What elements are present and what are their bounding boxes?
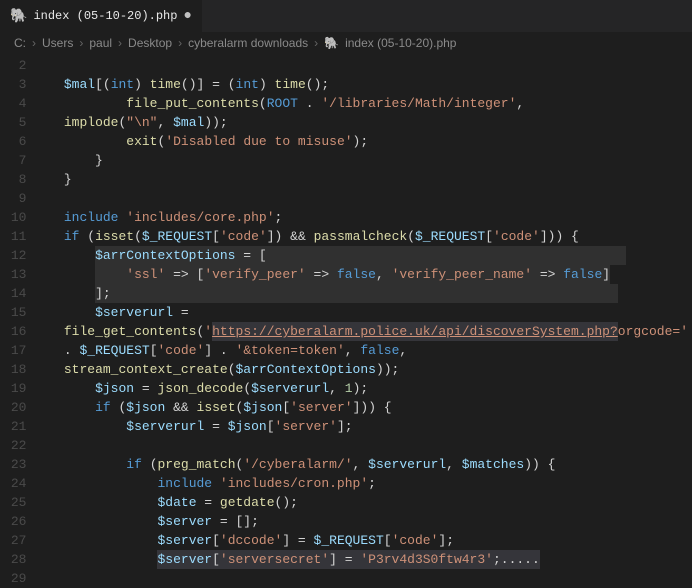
code-line[interactable] <box>40 569 688 588</box>
line-number: 10 <box>0 208 26 227</box>
php-icon: 🐘 <box>324 36 339 50</box>
code-line[interactable]: include 'includes/core.php'; <box>40 208 688 227</box>
line-number: 21 <box>0 417 26 436</box>
code-line[interactable] <box>40 189 688 208</box>
code-line[interactable]: $mal[(int) time()] = (int) time(); <box>40 75 688 94</box>
line-number: 6 <box>0 132 26 151</box>
code-line[interactable] <box>40 56 688 75</box>
line-number: 26 <box>0 512 26 531</box>
line-number: 8 <box>0 170 26 189</box>
code-line[interactable]: if (isset($_REQUEST['code']) && passmalc… <box>40 227 688 246</box>
line-number: 2 <box>0 56 26 75</box>
dirty-indicator-icon: ● <box>183 8 191 24</box>
code-line[interactable]: $server['dccode'] = $_REQUEST['code']; <box>40 531 688 550</box>
tab-label: index (05-10-20).php <box>33 9 177 23</box>
line-number: 7 <box>0 151 26 170</box>
chevron-right-icon: › <box>32 36 36 50</box>
code-line[interactable]: } <box>40 170 688 189</box>
tab-active[interactable]: 🐘 index (05-10-20).php ● <box>0 0 203 32</box>
bc-seg[interactable]: index (05-10-20).php <box>345 36 456 50</box>
line-gutter: 2 3 4 5 6 7 8 9 10 11 12 13 14 15 16 17 … <box>0 56 40 578</box>
line-number: 24 <box>0 474 26 493</box>
code-line[interactable]: ]; <box>40 284 688 303</box>
code-editor[interactable]: 2 3 4 5 6 7 8 9 10 11 12 13 14 15 16 17 … <box>0 56 692 578</box>
line-number: 28 <box>0 550 26 569</box>
code-line[interactable]: 'ssl' => ['verify_peer' => false, 'verif… <box>40 265 688 284</box>
breadcrumb[interactable]: C: › Users › paul › Desktop › cyberalarm… <box>0 32 692 56</box>
php-icon: 🐘 <box>10 8 27 25</box>
code-line[interactable]: $date = getdate(); <box>40 493 688 512</box>
code-line[interactable]: if (preg_match('/cyberalarm/', $serverur… <box>40 455 688 474</box>
line-number: 22 <box>0 436 26 455</box>
line-number: 29 <box>0 569 26 588</box>
code-line[interactable] <box>40 436 688 455</box>
line-number: 12 <box>0 246 26 265</box>
line-number: 16 <box>0 322 26 341</box>
bc-seg[interactable]: Desktop <box>128 36 172 50</box>
code-line[interactable]: stream_context_create($arrContextOptions… <box>40 360 688 379</box>
line-number: 13 <box>0 265 26 284</box>
code-line[interactable]: . $_REQUEST['code'] . '&token=token', fa… <box>40 341 688 360</box>
line-number: 14 <box>0 284 26 303</box>
bc-seg[interactable]: cyberalarm downloads <box>188 36 308 50</box>
code-line[interactable]: } <box>40 151 688 170</box>
line-number: 3 <box>0 75 26 94</box>
code-line[interactable]: $server = []; <box>40 512 688 531</box>
code-line[interactable]: if ($json && isset($json['server'])) { <box>40 398 688 417</box>
bc-seg[interactable]: Users <box>42 36 73 50</box>
chevron-right-icon: › <box>79 36 83 50</box>
line-number: 17 <box>0 341 26 360</box>
line-number: 19 <box>0 379 26 398</box>
code-line[interactable]: $arrContextOptions = [ <box>40 246 688 265</box>
code-line[interactable]: include 'includes/cron.php'; <box>40 474 688 493</box>
code-line[interactable]: $serverurl = $json['server']; <box>40 417 688 436</box>
code-line[interactable]: $serverurl = <box>40 303 688 322</box>
code-line[interactable]: $json = json_decode($serverurl, 1); <box>40 379 688 398</box>
line-number: 15 <box>0 303 26 322</box>
line-number: 11 <box>0 227 26 246</box>
chevron-right-icon: › <box>314 36 318 50</box>
code-line[interactable]: file_put_contents(ROOT . '/libraries/Mat… <box>40 94 688 113</box>
line-number: 25 <box>0 493 26 512</box>
line-number: 20 <box>0 398 26 417</box>
code-line[interactable]: exit('Disabled due to misuse'); <box>40 132 688 151</box>
chevron-right-icon: › <box>118 36 122 50</box>
line-number: 18 <box>0 360 26 379</box>
tab-bar: 🐘 index (05-10-20).php ● <box>0 0 692 32</box>
code-line[interactable]: file_get_contents('https://cyberalarm.po… <box>40 322 688 341</box>
line-number: 4 <box>0 94 26 113</box>
line-number: 23 <box>0 455 26 474</box>
line-number: 5 <box>0 113 26 132</box>
code-line[interactable]: implode("\n", $mal)); <box>40 113 688 132</box>
bc-seg[interactable]: paul <box>89 36 112 50</box>
line-number: 9 <box>0 189 26 208</box>
line-number: 27 <box>0 531 26 550</box>
code-line[interactable]: $server['serversecret'] = 'P3rv4d3S0ftw4… <box>40 550 688 569</box>
chevron-right-icon: › <box>178 36 182 50</box>
bc-seg[interactable]: C: <box>14 36 26 50</box>
code-content[interactable]: $mal[(int) time()] = (int) time(); file_… <box>40 56 692 578</box>
